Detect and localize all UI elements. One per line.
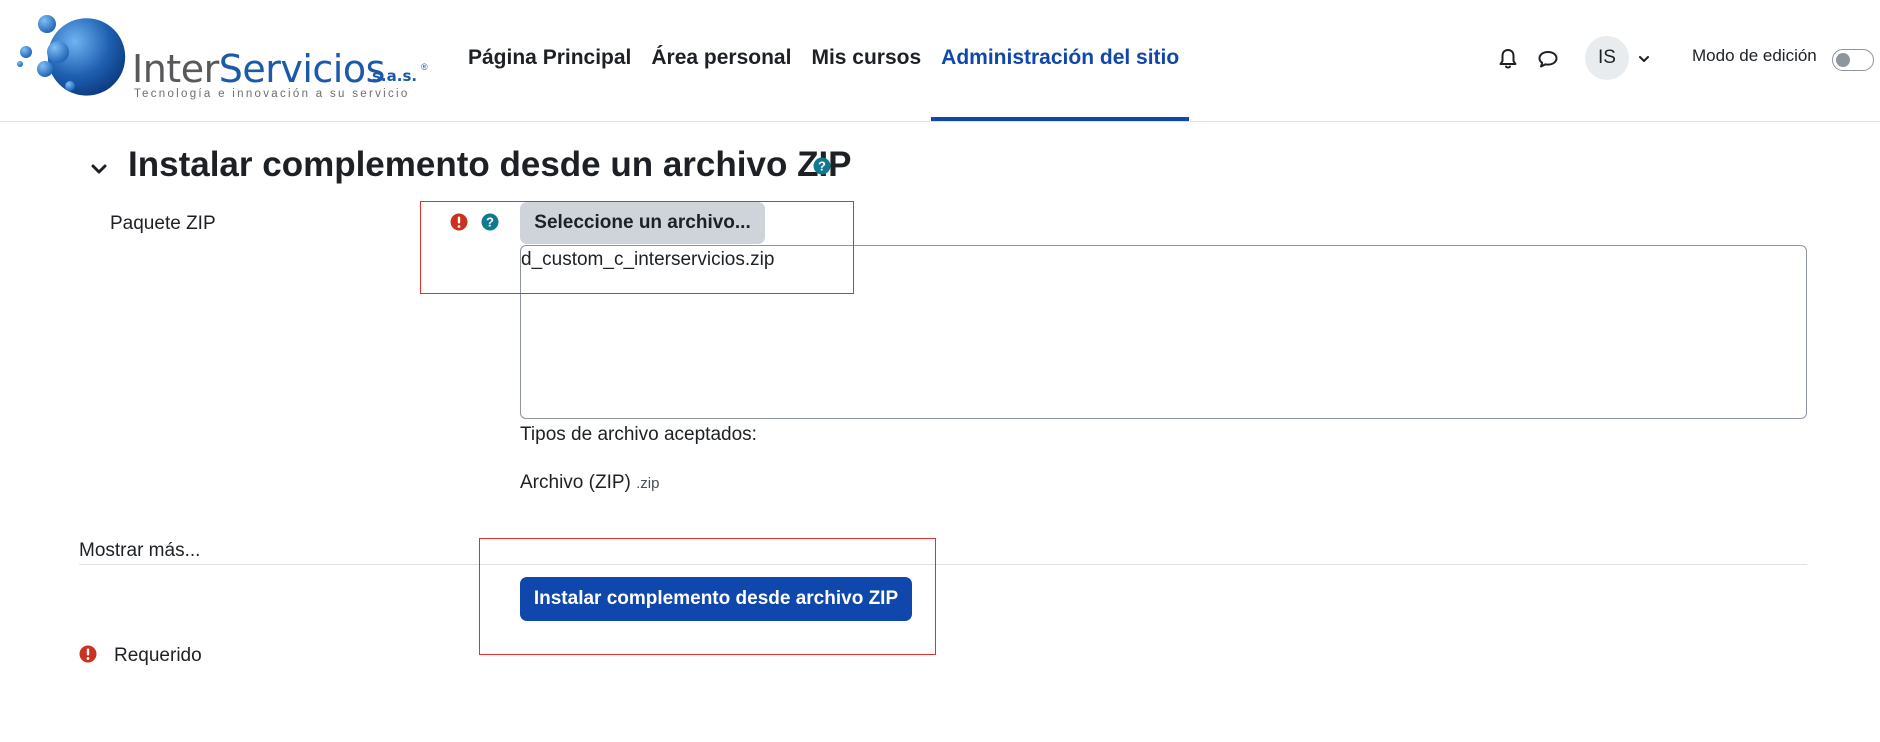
svg-text:?: ? — [818, 159, 826, 174]
nav-item-site-administration[interactable]: Administración del sitio — [931, 0, 1190, 121]
logo-brand-part1: Inter — [132, 47, 219, 91]
top-navbar: InterServicios s.a.s. ® Tecnología e inn… — [0, 0, 1880, 122]
logo-suffix: s.a.s. — [372, 67, 418, 85]
nav-item-dashboard[interactable]: Área personal — [641, 0, 801, 121]
toggle-knob — [1836, 53, 1850, 67]
logo-wordmark: InterServicios — [132, 50, 385, 88]
nav-item-label: Administración del sitio — [941, 45, 1180, 69]
accepted-type-name: Archivo (ZIP) — [520, 472, 631, 493]
help-icon[interactable]: ? — [813, 157, 831, 175]
required-legend: Requerido — [114, 645, 202, 666]
chevron-down-icon[interactable] — [1637, 52, 1651, 66]
accepted-types-label: Tipos de archivo aceptados: — [520, 424, 757, 445]
accepted-type-item: Archivo (ZIP) .zip — [520, 472, 659, 494]
bell-icon[interactable] — [1496, 47, 1520, 71]
primary-navigation: Página Principal Área personal Mis curso… — [458, 0, 1190, 121]
show-more-link[interactable]: Mostrar más... — [79, 540, 200, 562]
nav-item-home[interactable]: Página Principal — [458, 0, 641, 121]
edit-mode-label: Modo de edición — [1692, 46, 1817, 65]
nav-item-label: Área personal — [651, 45, 792, 69]
highlight-box-file-picker — [420, 201, 854, 294]
nav-item-label: Página Principal — [468, 45, 632, 69]
section-title: Instalar complemento desde un archivo ZI… — [128, 145, 852, 184]
required-icon — [79, 645, 97, 663]
accepted-type-extension: .zip — [636, 475, 660, 492]
nav-item-label: Mis cursos — [811, 45, 922, 69]
logo-bubbles-graphic — [17, 15, 126, 96]
chat-bubble-icon[interactable] — [1536, 47, 1560, 71]
site-logo[interactable]: InterServicios s.a.s. ® Tecnología e inn… — [14, 12, 428, 104]
divider — [79, 564, 1807, 565]
highlight-box-install-button — [479, 538, 936, 655]
nav-item-my-courses[interactable]: Mis cursos — [801, 0, 931, 121]
edit-mode-toggle[interactable] — [1832, 49, 1874, 71]
logo-tagline: Tecnología e innovación a su servicio — [134, 88, 410, 100]
user-initials: IS — [1598, 47, 1616, 68]
logo-brand-part2: Servicios — [218, 47, 386, 91]
logo-registered-mark: ® — [421, 62, 428, 72]
user-avatar[interactable]: IS — [1585, 36, 1629, 80]
zip-package-label: Paquete ZIP — [110, 213, 216, 234]
collapse-chevron-icon[interactable] — [88, 158, 110, 180]
